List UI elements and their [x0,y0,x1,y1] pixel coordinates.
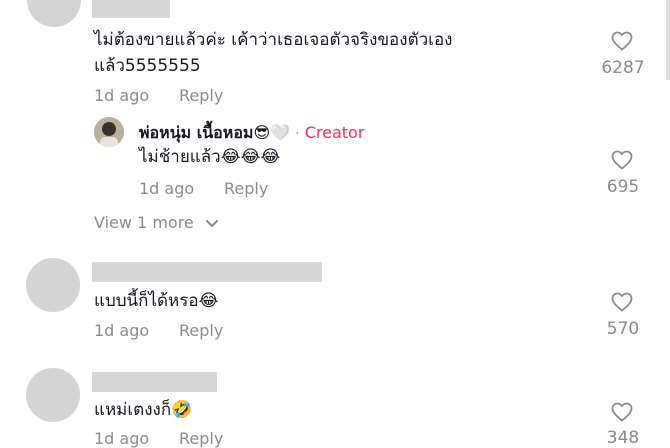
like-count: 570 [606,319,640,339]
creator-username[interactable]: พ่อหนุ่ม เนื้อหอม😎🤍 [139,123,290,142]
username-redacted[interactable] [92,372,217,392]
avatar[interactable] [26,368,80,422]
reply-button[interactable]: Reply [179,429,223,448]
reply-button[interactable]: Reply [224,179,268,198]
avatar[interactable] [26,258,80,312]
like-count: 6287 [601,58,645,78]
reply-header: พ่อหนุ่ม เนื้อหอม😎🤍 · Creator [139,121,364,146]
like-count: 348 [606,428,640,448]
reply-button[interactable]: Reply [179,321,223,340]
heart-outline-icon[interactable] [609,290,635,314]
comment-time: 1d ago [94,86,150,105]
scrollbar[interactable] [666,0,670,80]
reply-text: ไม่ช้ายแล้ว😂😂😂 [139,147,281,167]
comment-time: 1d ago [94,321,150,340]
heart-outline-icon[interactable] [609,400,635,424]
view-more-label: View 1 more [94,213,194,232]
comment-text: ไม่ต้องขายแล้วค่ะ เค้าว่าเธอเจอตัวจริงขอ… [94,30,453,50]
like-count: 695 [606,177,640,197]
reply-button[interactable]: Reply [179,86,223,105]
view-more-button[interactable]: View 1 more [94,213,219,232]
avatar[interactable] [27,0,81,27]
creator-avatar-image [94,117,124,147]
separator-dot: · [295,126,300,142]
comment-time: 1d ago [94,429,150,448]
creator-avatar[interactable] [94,117,124,147]
chevron-down-icon [205,219,218,227]
comment-text-line2: แล้ว5555555 [94,56,201,76]
username-redacted[interactable] [92,0,170,18]
comment-text: แหม่เตงงก็🤣 [94,400,193,420]
heart-outline-icon[interactable] [609,148,635,172]
username-redacted[interactable] [92,262,322,282]
creator-badge: Creator [304,123,365,142]
comment-text: แบบนี้ก็ได้หรอ😂 [94,291,219,311]
heart-outline-icon[interactable] [609,29,635,53]
reply-time: 1d ago [139,179,195,198]
